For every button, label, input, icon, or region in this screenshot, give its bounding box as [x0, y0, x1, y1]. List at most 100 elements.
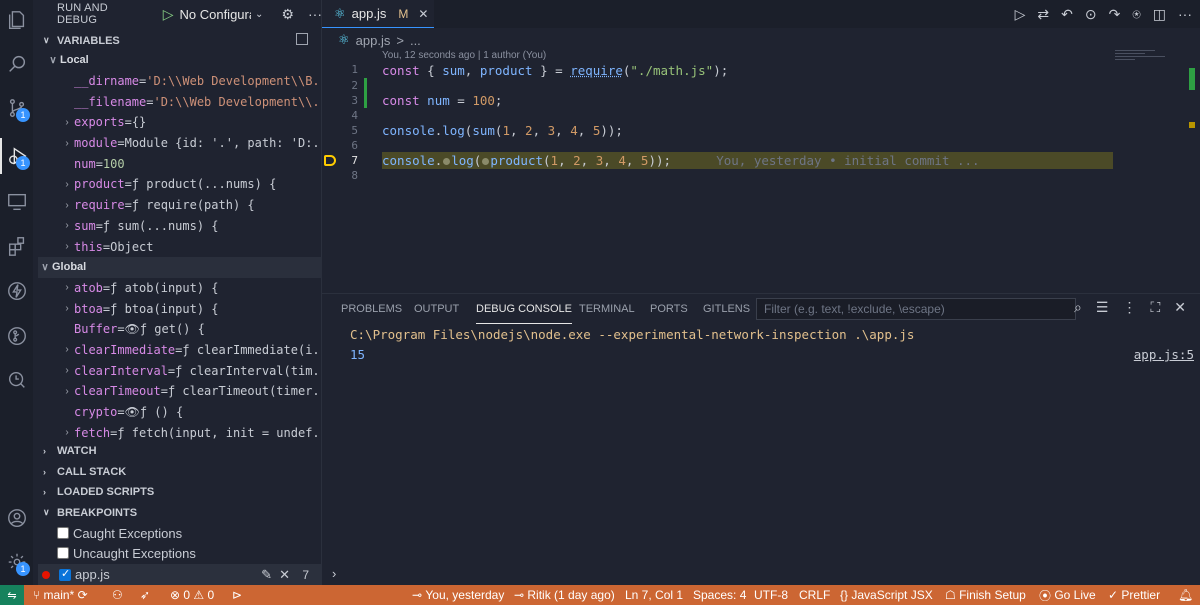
scope-local[interactable]: ∨ Local — [38, 50, 322, 71]
search-icon[interactable] — [0, 46, 33, 82]
watch-section-header[interactable]: › WATCH — [33, 440, 322, 461]
breadcrumb[interactable]: ⚛ app.js > ... — [322, 30, 421, 50]
chevron-right-icon[interactable]: › — [60, 344, 74, 355]
branch-indicator[interactable]: ⑂ main* ⟳ — [33, 585, 88, 605]
chevron-right-icon[interactable]: › — [60, 117, 74, 128]
launch-icon[interactable]: ➶ — [140, 585, 150, 605]
continue-icon[interactable]: ▷ — [1015, 6, 1026, 23]
timeline-icon[interactable] — [0, 362, 33, 398]
chevron-right-icon[interactable]: › — [60, 303, 74, 314]
variable-row[interactable]: › this = Object — [38, 236, 322, 257]
remote-icon[interactable]: ⇋ — [0, 585, 24, 605]
loaded-scripts-section-header[interactable]: › LOADED SCRIPTS — [33, 481, 322, 502]
split-editor-icon[interactable]: ◫ — [1153, 6, 1166, 23]
search-icon[interactable]: ⌕ — [1074, 299, 1082, 316]
breakpoints-section-header[interactable]: ∨ BREAKPOINTS — [33, 502, 322, 523]
chevron-right-icon[interactable]: › — [60, 241, 74, 252]
variable-row[interactable]: › clearImmediate = ƒ clearImmediate(i... — [38, 340, 322, 361]
variable-row[interactable]: __filename = 'D:\\Web Development\\... — [38, 91, 322, 112]
more-actions-icon[interactable]: ··· — [308, 6, 322, 22]
sync-icon[interactable]: ⟳ — [74, 588, 88, 602]
variable-row[interactable]: crypto = 👁︎ ƒ () { — [38, 402, 322, 423]
tab-output[interactable]: OUTPUT — [414, 294, 459, 324]
finish-setup[interactable]: ☖ Finish Setup — [945, 585, 1026, 605]
step-forward-icon[interactable]: ↷ — [1109, 6, 1121, 23]
chevron-right-icon[interactable]: › — [60, 220, 74, 231]
code-line[interactable]: console.log(sum(1, 2, 3, 4, 5)); — [382, 121, 623, 140]
indentation[interactable]: Spaces: 4 — [693, 585, 746, 605]
notifications-bell-icon[interactable]: 🔔︎ — [1178, 585, 1193, 605]
language-mode[interactable]: {} JavaScript JSX — [840, 585, 933, 605]
author-indicator[interactable]: ⊸ Ritik (1 day ago) — [514, 585, 615, 605]
repl-input-chevron-icon[interactable]: › — [332, 566, 336, 581]
getter-eye-icon[interactable]: 👁︎ — [125, 322, 140, 336]
code-line[interactable]: console. log(product(1, 2, 3, 4, 5)); You… — [382, 151, 980, 170]
chevron-right-icon[interactable]: › — [60, 138, 74, 149]
tab-problems[interactable]: PROBLEMS — [341, 294, 402, 324]
caught-exceptions-checkbox[interactable] — [57, 527, 69, 539]
console-filter-input[interactable]: Filter (e.g. text, !exclude, \escape) — [756, 298, 1076, 320]
edit-breakpoint-icon[interactable]: ✎ — [261, 567, 272, 583]
accounts-icon[interactable] — [0, 500, 33, 536]
more-actions-icon[interactable]: ··· — [1178, 6, 1192, 22]
gitlens-inspect-icon[interactable]: ⍟ — [1132, 6, 1140, 23]
breadcrumb-file[interactable]: app.js — [356, 33, 391, 48]
variable-row[interactable]: num = 100 — [38, 153, 322, 174]
variable-row[interactable]: › exports = {} — [38, 112, 322, 133]
chevron-right-icon[interactable]: › — [60, 365, 74, 376]
chevron-right-icon[interactable]: › — [60, 179, 74, 190]
variable-row[interactable]: › btoa = ƒ btoa(input) { — [38, 298, 322, 319]
tab-ports[interactable]: PORTS — [650, 294, 688, 324]
variable-row[interactable]: › require = ƒ require(path) { — [38, 195, 322, 216]
maximize-panel-icon[interactable]: ⛶ — [1150, 299, 1160, 316]
clear-console-icon[interactable]: ☰ — [1096, 299, 1109, 316]
line-blame[interactable]: ⊸ You, yesterday — [412, 585, 504, 605]
variable-row[interactable]: › sum = ƒ sum(...nums) { — [38, 216, 322, 237]
chevron-right-icon[interactable]: › — [60, 200, 74, 211]
chevron-down-icon[interactable]: ⌄ — [255, 9, 263, 20]
encoding[interactable]: UTF-8 — [754, 585, 788, 605]
breadcrumb-more[interactable]: ... — [410, 33, 421, 48]
scrollbar-position-marker[interactable] — [1189, 122, 1195, 128]
step-back-icon[interactable]: ↶ — [1061, 6, 1073, 23]
scope-global[interactable]: ∨ Global — [38, 256, 322, 278]
run-debug-icon[interactable]: 1 — [0, 138, 33, 174]
getter-eye-icon[interactable]: 👁︎ — [125, 405, 140, 419]
problems-indicator[interactable]: ⊗ 0 ⚠ 0 — [170, 585, 214, 605]
current-breakpoint-icon[interactable] — [324, 155, 336, 166]
more-actions-icon[interactable]: ⋮ — [1122, 299, 1136, 316]
thunder-client-icon[interactable] — [0, 273, 33, 309]
debug-status-icon[interactable]: ⊳ — [232, 585, 242, 605]
end-of-line[interactable]: CRLF — [799, 585, 830, 605]
variable-row[interactable]: Buffer = 👁︎ ƒ get() { — [38, 319, 322, 340]
tab-terminal[interactable]: TERMINAL — [579, 294, 635, 324]
tab-debug-console[interactable]: DEBUG CONSOLE — [476, 294, 572, 324]
variable-row[interactable]: › product = ƒ product(...nums) { — [38, 174, 322, 195]
variable-row[interactable]: __dirname = 'D:\\Web Development\\B... — [38, 71, 322, 92]
explorer-icon[interactable] — [0, 2, 33, 38]
inline-blame[interactable]: You, yesterday • initial commit ... — [716, 153, 979, 168]
code-line[interactable]: const num = 100; — [382, 91, 502, 110]
variables-section-header[interactable]: ∨ VARIABLES — [33, 30, 322, 51]
uncaught-exceptions-checkbox[interactable] — [57, 547, 69, 559]
source-control-icon[interactable]: 1 — [0, 90, 33, 126]
source-link[interactable]: app.js:5 — [1134, 347, 1194, 362]
manage-gear-icon[interactable]: 1 — [0, 544, 33, 580]
cursor-position[interactable]: Ln 7, Col 1 — [625, 585, 683, 605]
variable-row[interactable]: › module = Module {id: '.', path: 'D:... — [38, 133, 322, 154]
breakpoint-checkbox[interactable] — [59, 567, 71, 581]
chevron-right-icon[interactable]: › — [60, 386, 74, 397]
remove-breakpoint-icon[interactable]: ✕ — [279, 567, 290, 583]
codelens-authorship[interactable]: You, 12 seconds ago | 1 author (You) — [382, 50, 546, 61]
prettier[interactable]: ✓ Prettier — [1108, 585, 1160, 605]
chevron-right-icon[interactable]: › — [60, 427, 74, 438]
close-icon[interactable]: ✕ — [1174, 299, 1186, 316]
caught-exceptions-option[interactable]: Caught Exceptions — [57, 523, 182, 543]
tab-gitlens[interactable]: GITLENS — [703, 294, 750, 324]
call-stack-section-header[interactable]: › CALL STACK — [33, 461, 322, 482]
step-over-icon[interactable]: ⊙ — [1085, 6, 1097, 23]
gitlens-icon[interactable] — [0, 318, 33, 354]
start-debugging-icon[interactable]: ▷ — [163, 6, 174, 23]
breakpoint-item[interactable]: app.js ✎ ✕ 7 — [38, 564, 322, 585]
compare-icon[interactable]: ⇄ — [1037, 6, 1049, 23]
